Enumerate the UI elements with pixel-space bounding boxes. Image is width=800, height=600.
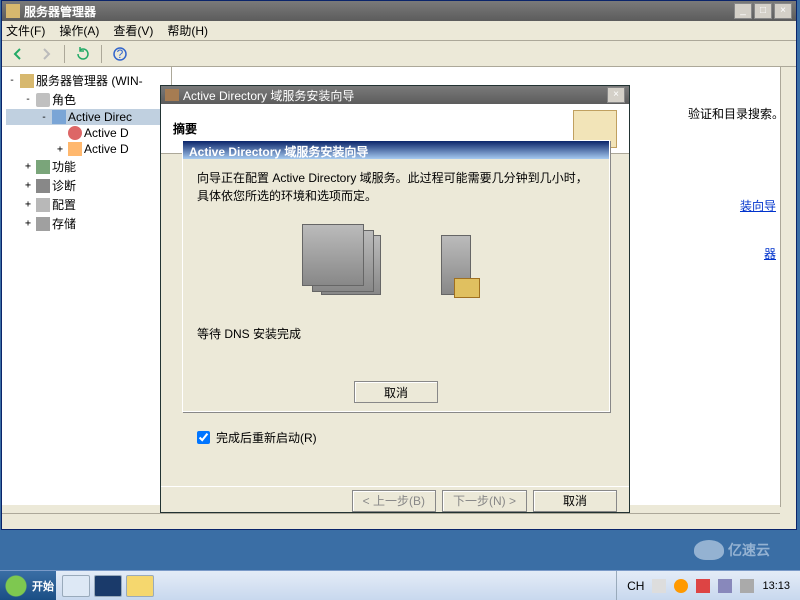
progress-graphic bbox=[197, 225, 595, 305]
tray-shield-icon[interactable] bbox=[696, 579, 710, 593]
tray-volume-icon[interactable] bbox=[740, 579, 754, 593]
progress-title: Active Directory 域服务安装向导 bbox=[183, 141, 609, 159]
book-icon bbox=[454, 278, 480, 298]
refresh-icon[interactable] bbox=[73, 44, 93, 64]
tray-keyboard-icon[interactable] bbox=[652, 579, 666, 593]
servers-icon bbox=[321, 235, 381, 295]
tree-roles[interactable]: - 角色 bbox=[6, 90, 167, 109]
expand-icon[interactable]: + bbox=[22, 161, 34, 172]
tree-ad[interactable]: - Active Direc bbox=[6, 109, 167, 125]
minimize-button[interactable]: _ bbox=[734, 3, 752, 19]
toolbar: ? bbox=[2, 41, 796, 67]
tree-ad1-label: Active D bbox=[84, 126, 129, 140]
wizard-link-1[interactable]: 装向导 bbox=[740, 197, 776, 214]
menu-file[interactable]: 文件(F) bbox=[6, 22, 45, 39]
server-icon bbox=[20, 74, 34, 88]
roles-icon bbox=[36, 93, 50, 107]
back-icon[interactable] bbox=[8, 44, 28, 64]
wizard-title: Active Directory 域服务安装向导 bbox=[183, 87, 605, 104]
tree-diag[interactable]: + 诊断 bbox=[6, 176, 167, 195]
diag-icon bbox=[36, 179, 50, 193]
error-icon bbox=[68, 126, 82, 140]
cloud-icon bbox=[694, 540, 724, 560]
tree-fn[interactable]: + 功能 bbox=[6, 157, 167, 176]
ad-icon bbox=[52, 110, 66, 124]
wizard-buttons: < 上一步(B) 下一步(N) > 取消 bbox=[161, 486, 629, 514]
progress-text: 向导正在配置 Active Directory 域服务。此过程可能需要几分钟到几… bbox=[197, 169, 595, 205]
watermark: 亿速云 bbox=[694, 536, 790, 564]
main-title: 服务器管理器 bbox=[24, 3, 732, 20]
quick-launch bbox=[56, 575, 160, 597]
wizard-header-text: 摘要 bbox=[173, 120, 573, 137]
taskbar: 开始 CH 13:13 bbox=[0, 570, 800, 600]
tray-network-icon[interactable] bbox=[718, 579, 732, 593]
wizard-cancel-button[interactable]: 取消 bbox=[533, 490, 617, 512]
wizard-titlebar[interactable]: Active Directory 域服务安装向导 × bbox=[161, 86, 629, 104]
clock[interactable]: 13:13 bbox=[762, 580, 790, 592]
tree-cfg[interactable]: + 配置 bbox=[6, 195, 167, 214]
ad2-icon bbox=[68, 142, 82, 156]
tree-diag-label: 诊断 bbox=[52, 177, 76, 194]
tree-store[interactable]: + 存储 bbox=[6, 214, 167, 233]
help-icon[interactable]: ? bbox=[110, 44, 130, 64]
menu-help[interactable]: 帮助(H) bbox=[167, 22, 208, 39]
tree-ad-label: Active Direc bbox=[68, 110, 132, 124]
wizard-link-2[interactable]: 器 bbox=[764, 245, 776, 262]
tree-ad1[interactable]: Active D bbox=[6, 125, 167, 141]
progress-body: 向导正在配置 Active Directory 域服务。此过程可能需要几分钟到几… bbox=[183, 159, 609, 413]
toolbar-sep2 bbox=[101, 45, 102, 63]
menu-view[interactable]: 查看(V) bbox=[113, 22, 153, 39]
expand-icon[interactable]: - bbox=[6, 75, 18, 86]
system-tray: CH 13:13 bbox=[616, 571, 800, 600]
ql-server-manager-icon[interactable] bbox=[62, 575, 90, 597]
expand-icon[interactable]: + bbox=[22, 199, 34, 210]
ql-explorer-icon[interactable] bbox=[126, 575, 154, 597]
tree-fn-label: 功能 bbox=[52, 158, 76, 175]
next-button: 下一步(N) > bbox=[442, 490, 527, 512]
wizard-icon bbox=[165, 89, 179, 101]
menu-action[interactable]: 操作(A) bbox=[59, 22, 99, 39]
expand-icon[interactable]: + bbox=[22, 180, 34, 191]
svg-text:?: ? bbox=[117, 47, 124, 61]
tree-root[interactable]: - 服务器管理器 (WIN- bbox=[6, 71, 167, 90]
start-button[interactable]: 开始 bbox=[0, 571, 56, 600]
expand-icon[interactable]: - bbox=[22, 94, 34, 105]
menubar: 文件(F) 操作(A) 查看(V) 帮助(H) bbox=[2, 21, 796, 41]
server-book-icon bbox=[441, 235, 471, 295]
tree-cfg-label: 配置 bbox=[52, 196, 76, 213]
forward-icon bbox=[36, 44, 56, 64]
server-manager-icon bbox=[6, 4, 20, 18]
expand-icon[interactable]: + bbox=[54, 144, 66, 155]
vertical-scrollbar[interactable] bbox=[780, 67, 796, 507]
progress-cancel-button[interactable]: 取消 bbox=[354, 381, 438, 403]
expand-icon[interactable]: + bbox=[22, 218, 34, 229]
tree-roles-label: 角色 bbox=[52, 91, 76, 108]
expand-icon[interactable]: - bbox=[38, 112, 50, 123]
progress-dialog: Active Directory 域服务安装向导 向导正在配置 Active D… bbox=[182, 140, 610, 412]
tree-root-label: 服务器管理器 (WIN- bbox=[36, 72, 143, 89]
main-titlebar[interactable]: 服务器管理器 _ □ × bbox=[2, 1, 796, 21]
restart-label: 完成后重新启动(R) bbox=[216, 429, 317, 446]
ql-powershell-icon[interactable] bbox=[94, 575, 122, 597]
toolbar-sep bbox=[64, 45, 65, 63]
watermark-text: 亿速云 bbox=[728, 540, 770, 560]
close-button[interactable]: × bbox=[774, 3, 792, 19]
wait-text: 等待 DNS 安装完成 bbox=[197, 325, 595, 343]
horizontal-scrollbar[interactable] bbox=[2, 513, 780, 529]
maximize-button[interactable]: □ bbox=[754, 3, 772, 19]
back-button: < 上一步(B) bbox=[352, 490, 436, 512]
tree-ad2-label: Active D bbox=[84, 142, 129, 156]
cfg-icon bbox=[36, 198, 50, 212]
tree-store-label: 存储 bbox=[52, 215, 76, 232]
store-icon bbox=[36, 217, 50, 231]
tree-panel: -服务器管理器 (WIN- -角色 -Active Direc Active D… bbox=[2, 67, 172, 505]
ime-indicator[interactable]: CH bbox=[627, 579, 644, 593]
fn-icon bbox=[36, 160, 50, 174]
wizard-close-button[interactable]: × bbox=[607, 87, 625, 103]
tray-help-icon[interactable] bbox=[674, 579, 688, 593]
restart-checkbox-label[interactable]: 完成后重新启动(R) bbox=[197, 429, 595, 446]
restart-checkbox[interactable] bbox=[197, 431, 210, 444]
tree-ad2[interactable]: + Active D bbox=[6, 141, 167, 157]
